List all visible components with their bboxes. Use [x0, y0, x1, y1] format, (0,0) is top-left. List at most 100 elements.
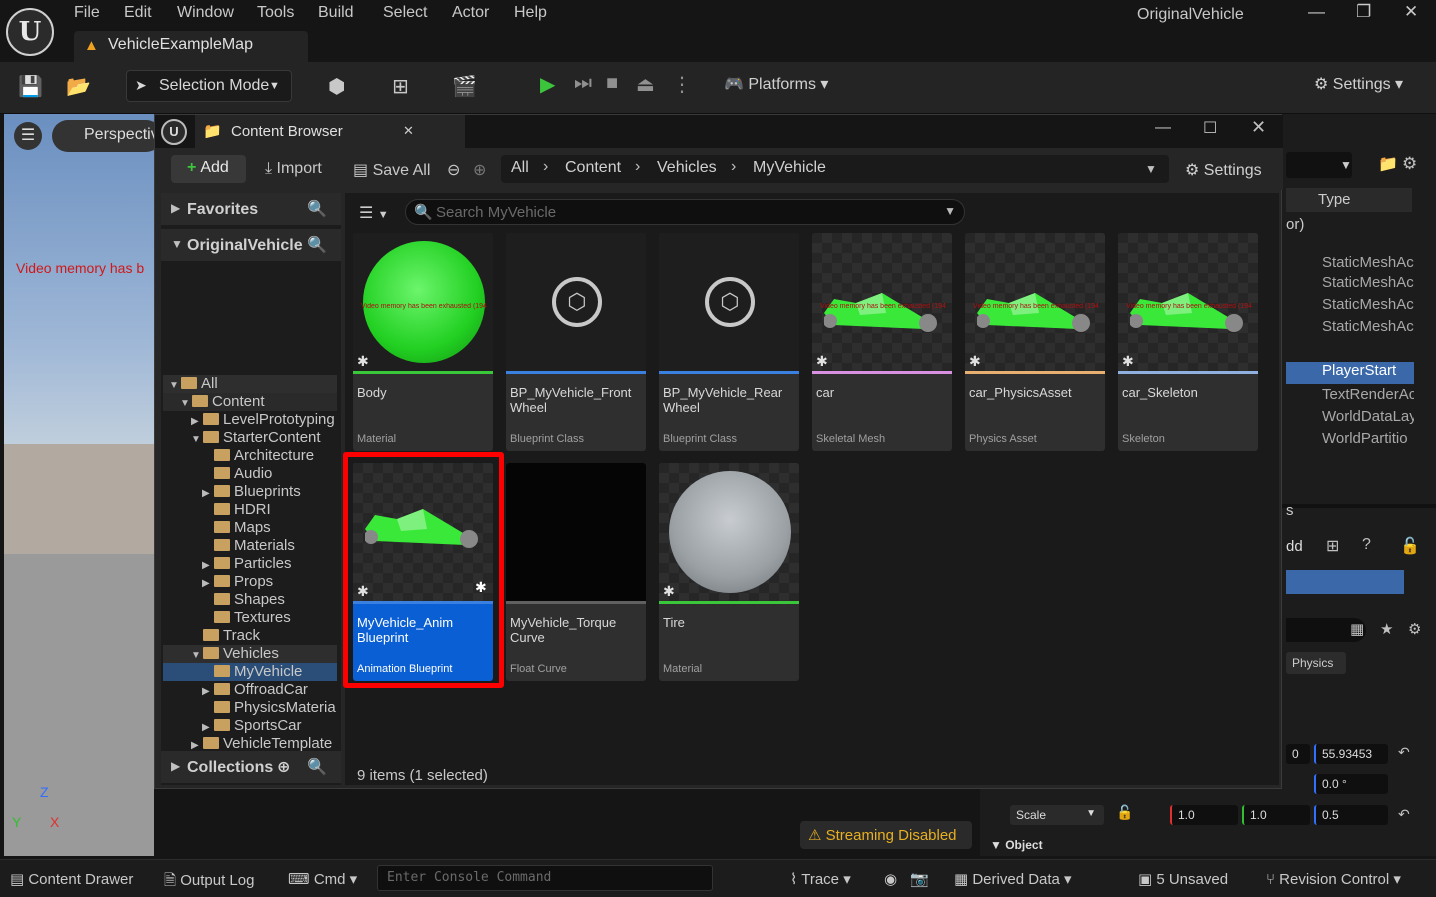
cb-maximize-icon[interactable]: ☐	[1203, 118, 1217, 138]
tree-item[interactable]: ▶ SportsCar	[202, 717, 302, 735]
scale-dropdown[interactable]: Scale ▼	[1010, 805, 1104, 825]
physics-tab[interactable]: Physics	[1286, 652, 1346, 674]
menu-edit[interactable]: Edit	[124, 4, 152, 22]
perspective-button[interactable]: Perspective	[52, 120, 154, 152]
tree-item[interactable]: ▶ OffroadCar	[202, 681, 308, 699]
menu-file[interactable]: File	[74, 4, 100, 22]
outliner-row[interactable]: WorldPartitio	[1286, 430, 1414, 452]
rotation-z-field[interactable]: 0.0 °	[1314, 774, 1388, 794]
asset-rear-wheel[interactable]: ⬡ BP_MyVehicle_Rear Wheel Blueprint Class	[659, 233, 799, 451]
breadcrumb-vehicles[interactable]: Vehicles	[657, 159, 717, 177]
star-icon[interactable]: ★	[1380, 620, 1393, 638]
camera-icon[interactable]: 📷	[910, 870, 929, 888]
derived-data-dropdown[interactable]: ▦ Derived Data ▾	[954, 870, 1072, 888]
tree-item[interactable]: Audio	[202, 465, 272, 483]
cb-close-icon[interactable]: ✕	[1251, 117, 1266, 138]
asset-car-skeleton[interactable]: Video memory has been exhausted (194.77 ✱…	[1118, 233, 1258, 451]
selection-mode-dropdown[interactable]: ➤ Selection Mode ▼	[126, 70, 292, 102]
collections-section[interactable]: ▶ Collections ⊕ 🔍	[161, 751, 341, 783]
maximize-icon[interactable]: ❐	[1356, 2, 1371, 22]
breadcrumb-separator-icon[interactable]: ›	[635, 158, 640, 176]
lock-icon[interactable]: 🔓	[1400, 536, 1420, 556]
project-search-icon[interactable]: 🔍	[307, 235, 327, 255]
menu-tools[interactable]: Tools	[257, 4, 294, 22]
outliner-filter-dropdown[interactable]: ▼	[1286, 152, 1352, 178]
tree-item[interactable]: ▶ Props	[202, 573, 273, 591]
platforms-button[interactable]: 🎮 Platforms ▾	[724, 74, 828, 94]
viewport-menu-icon[interactable]: ☰	[14, 122, 42, 150]
forward-icon[interactable]: ⊕	[473, 160, 486, 180]
content-browser-tab[interactable]: 📁 Content Browser ✕	[195, 115, 465, 148]
cinematics-icon[interactable]: 🎬	[452, 74, 477, 99]
location-field[interactable]: 0	[1286, 744, 1310, 764]
tree-item[interactable]: MyVehicle	[202, 663, 302, 681]
expand-icon[interactable]: ▶	[202, 686, 214, 697]
location-z-field[interactable]: 55.93453	[1314, 744, 1388, 764]
help-icon[interactable]: ?	[1362, 536, 1371, 554]
breadcrumb-myvehicle[interactable]: MyVehicle	[753, 159, 826, 177]
expand-icon[interactable]: ▶	[191, 740, 203, 751]
menu-help[interactable]: Help	[514, 4, 547, 22]
collapse-icon[interactable]: ▼	[191, 434, 203, 445]
tree-item[interactable]: Maps	[202, 519, 271, 537]
close-icon[interactable]: ✕	[1404, 2, 1418, 22]
browse-icon[interactable]: 📂	[66, 74, 91, 99]
tree-item[interactable]: Architecture	[202, 447, 314, 465]
tree-item[interactable]: HDRI	[202, 501, 271, 519]
content-drawer-button[interactable]: ▤ Content Drawer	[10, 870, 133, 888]
asset-car-physicsasset[interactable]: Video memory has been exhausted (194.77 ✱…	[965, 233, 1105, 451]
menu-select[interactable]: Select	[383, 4, 427, 22]
output-log-button[interactable]: 🗎 Output Log	[164, 870, 254, 895]
details-add-button[interactable]: dd	[1286, 538, 1303, 555]
tree-item[interactable]: ▼ Vehicles	[191, 645, 279, 663]
tree-item[interactable]: Textures	[202, 609, 291, 627]
type-column-header[interactable]: Type	[1286, 188, 1412, 212]
outliner-row[interactable]: PlayerStart	[1286, 362, 1414, 384]
favorites-search-icon[interactable]: 🔍	[307, 199, 327, 219]
scale-z-field[interactable]: 0.5	[1314, 805, 1388, 825]
asset-body[interactable]: Video memory has been exhausted (194.77 ✱…	[353, 233, 493, 451]
more-options-icon[interactable]: ⋮	[672, 72, 692, 97]
collapse-icon[interactable]: ▼	[180, 398, 192, 409]
outliner-row[interactable]: or)	[1286, 216, 1414, 238]
scale-x-field[interactable]: 1.0	[1170, 805, 1238, 825]
expand-icon[interactable]: ▶	[202, 722, 214, 733]
tree-item[interactable]: PhysicsMateria	[202, 699, 336, 717]
unsaved-button[interactable]: ▣ 5 Unsaved	[1138, 870, 1228, 888]
project-section[interactable]: ▼ OriginalVehicle 🔍	[161, 229, 341, 261]
outliner-gear-icon[interactable]: ⚙	[1402, 154, 1417, 174]
outliner-row[interactable]: StaticMeshAc	[1286, 296, 1414, 318]
expand-icon[interactable]: ▶	[202, 488, 214, 499]
add-button[interactable]: + Add	[171, 155, 246, 183]
outliner-row[interactable]: TextRenderAc	[1286, 386, 1414, 408]
menu-actor[interactable]: Actor	[452, 4, 489, 22]
expand-icon[interactable]: ▶	[202, 560, 214, 571]
scale-lock-icon[interactable]: 🔓	[1116, 804, 1133, 821]
asset-tire[interactable]: ✱ Tire Material	[659, 463, 799, 681]
expand-icon[interactable]: ▶	[191, 416, 203, 427]
add-collection-icon[interactable]: ⊕	[277, 757, 290, 777]
import-button[interactable]: ⤓ Import	[265, 160, 322, 178]
add-folder-icon[interactable]: 📁	[1378, 154, 1398, 174]
console-input[interactable]: Enter Console Command	[377, 865, 713, 891]
collapse-icon[interactable]: ▼	[191, 650, 203, 661]
breadcrumb-dropdown-icon[interactable]: ▼	[1145, 162, 1157, 176]
eject-icon[interactable]: ⏏	[636, 72, 655, 97]
tree-item[interactable]: ▼ All	[169, 375, 218, 393]
outliner-row[interactable]: WorldDataLay	[1286, 408, 1414, 430]
collapse-icon[interactable]: ▼	[169, 380, 181, 391]
revision-control-dropdown[interactable]: ⑂ Revision Control ▾	[1266, 870, 1401, 888]
tab-close-icon[interactable]: ✕	[403, 123, 414, 139]
breadcrumb-separator-icon[interactable]: ›	[731, 158, 736, 176]
menu-window[interactable]: Window	[177, 4, 234, 22]
component-row-selected[interactable]	[1286, 570, 1404, 594]
object-section[interactable]: ▼ Object	[990, 838, 1043, 852]
trace-dropdown[interactable]: ⌇ Trace ▾	[790, 870, 851, 888]
tree-item[interactable]: ▼ StarterContent	[191, 429, 321, 447]
expand-icon[interactable]: ▶	[202, 578, 214, 589]
search-dropdown-icon[interactable]: ▼	[944, 204, 956, 218]
stop-icon[interactable]: ■	[606, 72, 618, 95]
cmd-dropdown[interactable]: ⌨ Cmd ▾	[288, 870, 357, 888]
asset-torque-curve[interactable]: MyVehicle_Torque Curve Float Curve	[506, 463, 646, 681]
details-gear-icon[interactable]: ⚙	[1408, 620, 1421, 638]
